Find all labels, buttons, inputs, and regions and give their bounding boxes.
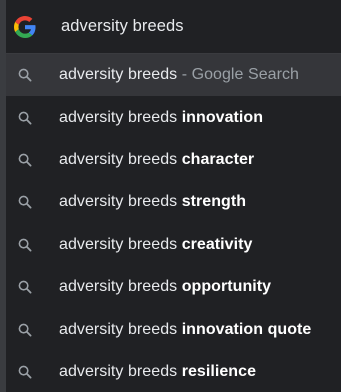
suggestion-query: adversity breeds: [59, 66, 178, 84]
suggestion-text: adversity breeds character: [59, 151, 254, 169]
search-icon: [18, 195, 32, 209]
search-icon: [18, 153, 32, 167]
search-icon: [18, 323, 32, 337]
suggestion-text: adversity breeds innovation: [59, 109, 263, 127]
search-icon: [18, 68, 32, 82]
suggestion-query: adversity breeds: [59, 193, 182, 211]
suggestion-separator: -: [177, 66, 192, 84]
search-icon: [18, 280, 32, 294]
suggestion-query: adversity breeds: [59, 320, 182, 338]
suggestion-row[interactable]: adversity breeds character: [6, 139, 341, 181]
suggestion-row[interactable]: adversity breeds resilience: [6, 351, 341, 392]
suggestion-text: adversity breeds resilience: [59, 363, 256, 381]
suggestion-row[interactable]: adversity breeds opportunity: [6, 266, 341, 308]
search-icon: [18, 238, 32, 252]
suggestion-row[interactable]: adversity breeds innovation: [6, 96, 341, 138]
suggestion-text: adversity breeds - Google Search: [59, 66, 299, 84]
suggestion-query: adversity breeds: [59, 108, 182, 126]
search-icon: [18, 365, 32, 379]
suggestion-completion: strength: [181, 193, 247, 211]
suggestion-completion: character: [181, 150, 255, 168]
google-g-icon: [14, 15, 36, 38]
suggestion-text: adversity breeds opportunity: [59, 278, 271, 296]
suggestion-completion: innovation: [181, 108, 264, 126]
suggestion-completion: resilience: [181, 362, 257, 380]
suggestion-source: Google Search: [191, 66, 299, 84]
suggestion-query: adversity breeds: [59, 278, 182, 296]
suggestion-row[interactable]: adversity breeds creativity: [6, 224, 341, 266]
suggestion-text: adversity breeds creativity: [59, 236, 252, 254]
omnibox-dropdown: adversity breeds adversity breeds - Goog…: [6, 0, 341, 392]
suggestion-text: adversity breeds strength: [59, 193, 246, 211]
omnibox-input[interactable]: adversity breeds: [61, 17, 184, 36]
suggestion-query: adversity breeds: [59, 235, 182, 253]
suggestion-query: adversity breeds: [59, 150, 182, 168]
suggestion-row[interactable]: adversity breeds innovation quote: [6, 308, 341, 350]
suggestion-text: adversity breeds innovation quote: [59, 321, 311, 339]
suggestion-query: adversity breeds: [59, 362, 182, 380]
suggestion-row[interactable]: adversity breeds strength: [6, 181, 341, 223]
suggestion-row[interactable]: adversity breeds - Google Search: [6, 54, 341, 97]
suggestion-completion: creativity: [181, 235, 253, 253]
omnibox-row[interactable]: adversity breeds: [6, 0, 341, 54]
suggestion-list: adversity breeds - Google Search adversit…: [6, 54, 341, 392]
suggestion-completion: innovation quote: [181, 320, 312, 338]
suggestion-completion: opportunity: [181, 278, 272, 296]
search-icon: [18, 111, 32, 125]
